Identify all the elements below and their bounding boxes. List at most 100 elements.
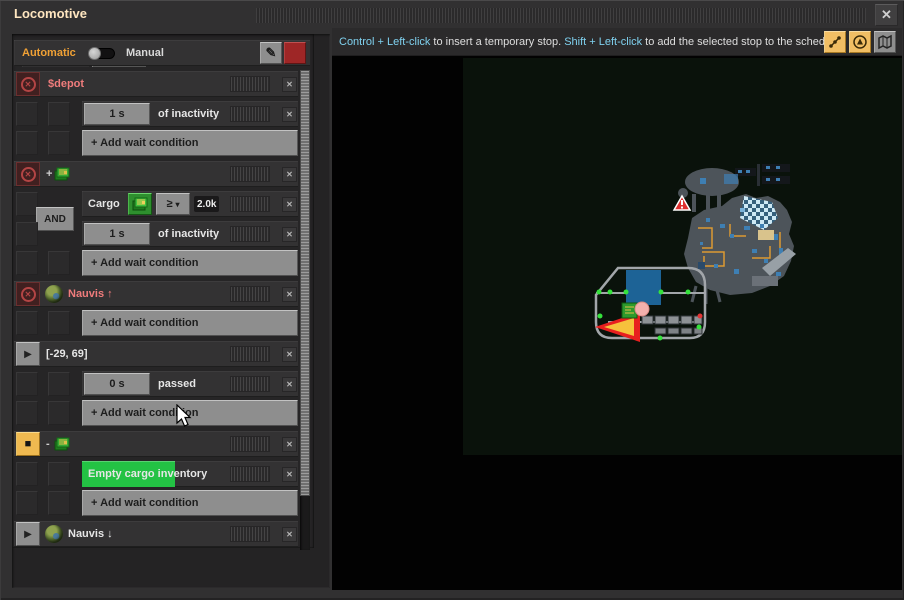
schedule-stop-row[interactable]: ✕ $depot ✕ (14, 71, 298, 97)
condition-slot (48, 251, 70, 275)
time-value-button[interactable]: 0 s (84, 373, 150, 395)
drag-handle[interactable] (230, 436, 270, 452)
open-in-map-view-button[interactable] (874, 31, 896, 53)
add-wait-condition-button[interactable]: + Add wait condition (82, 490, 298, 516)
delete-condition-button[interactable]: ✕ (282, 197, 297, 212)
wait-condition-row: 0 s passed ✕ (82, 371, 298, 397)
station-disabled-icon[interactable]: ✕ (16, 162, 40, 186)
hint-text: to insert a temporary stop. (433, 36, 561, 48)
locator-target-icon (852, 34, 868, 50)
play-icon: ▶ (24, 529, 32, 540)
chevron-down-icon: ▾ (176, 200, 180, 209)
blue-area (626, 270, 661, 305)
cargo-item-button[interactable] (128, 193, 152, 215)
window-title: Locomotive (14, 6, 87, 21)
delete-stop-button[interactable]: ✕ (282, 437, 297, 452)
schedule-scrollbar-track[interactable] (300, 70, 310, 548)
locomotive-window: Locomotive ✕ Schedule Fuel Automatic Man… (0, 0, 904, 600)
rename-button[interactable]: ✎ (260, 42, 282, 64)
delete-condition-button[interactable]: ✕ (282, 227, 297, 242)
delete-stop-button[interactable]: ✕ (282, 347, 297, 362)
condition-slot (16, 491, 38, 515)
go-to-stop-button[interactable]: ▶ (16, 522, 40, 546)
station-tag[interactable] (622, 302, 649, 318)
wait-condition-row: 1 s of inactivity ✕ (82, 101, 298, 127)
delete-condition-button[interactable]: ✕ (282, 467, 297, 482)
condition-slot (48, 462, 70, 486)
station-disabled-icon[interactable]: ✕ (16, 282, 40, 306)
go-to-stop-button[interactable]: ▶ (16, 342, 40, 366)
hint-text: to add the selected stop to the schedule… (645, 36, 843, 48)
condition-label: Empty cargo inventory (88, 461, 207, 487)
stop-name: $depot (48, 71, 84, 97)
show-train-path-button[interactable] (824, 31, 846, 53)
train-map-view[interactable] (332, 56, 902, 590)
delete-condition-button[interactable]: ✕ (282, 377, 297, 392)
wait-condition-row: 1 s of inactivity ✕ (82, 221, 298, 247)
drag-handle[interactable] (230, 286, 270, 302)
pencil-icon: ✎ (266, 45, 277, 61)
delete-stop-button[interactable]: ✕ (282, 167, 297, 182)
drag-handle[interactable] (230, 526, 270, 542)
drag-handle[interactable] (230, 226, 270, 242)
condition-slot (48, 372, 70, 396)
tan-building (758, 230, 774, 240)
condition-slot (16, 192, 38, 216)
automatic-label: Automatic (22, 40, 76, 66)
condition-slot (48, 491, 70, 515)
stop-name-prefix: + (46, 161, 52, 187)
stop-name: [-29, 69] (46, 341, 88, 367)
hint-key-shift: Shift + Left-click (564, 36, 642, 48)
green-circuit-icon (54, 436, 70, 457)
add-wait-condition-button[interactable]: + Add wait condition (82, 250, 298, 276)
time-value-button[interactable]: 1 s (84, 103, 150, 125)
train-path-icon (827, 34, 843, 50)
drag-handle[interactable] (230, 106, 270, 122)
delete-condition-button[interactable]: ✕ (282, 107, 297, 122)
hint-key-control: Control + Left-click (339, 36, 430, 48)
stop-name: Nauvis ↑ (68, 281, 113, 307)
schedule-stop-row[interactable]: ✕ + ✕ (14, 161, 298, 187)
drag-handle[interactable] (230, 76, 270, 92)
nauvis-planet-icon (45, 525, 63, 543)
schedule-scrollbar-thumb[interactable] (300, 70, 310, 496)
station-disabled-icon[interactable]: ✕ (16, 72, 40, 96)
close-button[interactable]: ✕ (875, 4, 898, 26)
green-circuit-icon (54, 166, 70, 187)
drag-handle[interactable] (230, 166, 270, 182)
schedule-stop-row[interactable]: ■ - ✕ (14, 431, 298, 457)
mode-row: Automatic Manual ✎ (14, 40, 310, 66)
wait-condition-row: Cargo ≥▾ 2.0k ✕ (82, 191, 298, 217)
nauvis-planet-icon (45, 285, 63, 303)
condition-slot (16, 372, 38, 396)
train-color-button[interactable] (284, 42, 306, 64)
delete-stop-button[interactable]: ✕ (282, 527, 297, 542)
condition-label: Cargo (88, 191, 120, 217)
map-icon (877, 34, 893, 50)
add-wait-condition-button[interactable]: + Add wait condition (82, 310, 298, 336)
window-drag-handle[interactable] (256, 8, 866, 23)
and-or-toggle-button[interactable]: AND (36, 207, 74, 231)
drag-handle[interactable] (230, 466, 270, 482)
automatic-manual-switch[interactable] (88, 48, 115, 59)
comparator-dropdown[interactable]: ≥▾ (156, 193, 190, 215)
stop-name: Nauvis ↓ (68, 521, 113, 547)
schedule-stop-row[interactable]: ▶ Nauvis ↓ ✕ (14, 521, 298, 547)
drag-handle[interactable] (230, 376, 270, 392)
charted-region (463, 58, 902, 455)
switch-knob (88, 47, 101, 60)
current-stop-icon[interactable]: ■ (16, 432, 40, 456)
add-wait-condition-button[interactable]: + Add wait condition (82, 400, 298, 426)
center-on-train-button[interactable] (849, 31, 871, 53)
time-value-button[interactable]: 1 s (84, 223, 150, 245)
delete-stop-button[interactable]: ✕ (282, 77, 297, 92)
add-wait-condition-button[interactable]: + Add wait condition (82, 130, 298, 156)
drag-handle[interactable] (230, 346, 270, 362)
schedule-stop-row[interactable]: ▶ [-29, 69] ✕ (14, 341, 298, 367)
delete-stop-button[interactable]: ✕ (282, 287, 297, 302)
condition-slot (16, 311, 38, 335)
schedule-panel: Schedule Fuel Automatic Manual ✎ ✕ (12, 34, 330, 588)
drag-handle[interactable] (230, 196, 270, 212)
schedule-stop-row[interactable]: ✕ Nauvis ↑ ✕ (14, 281, 298, 307)
condition-value[interactable]: 2.0k (194, 196, 219, 212)
